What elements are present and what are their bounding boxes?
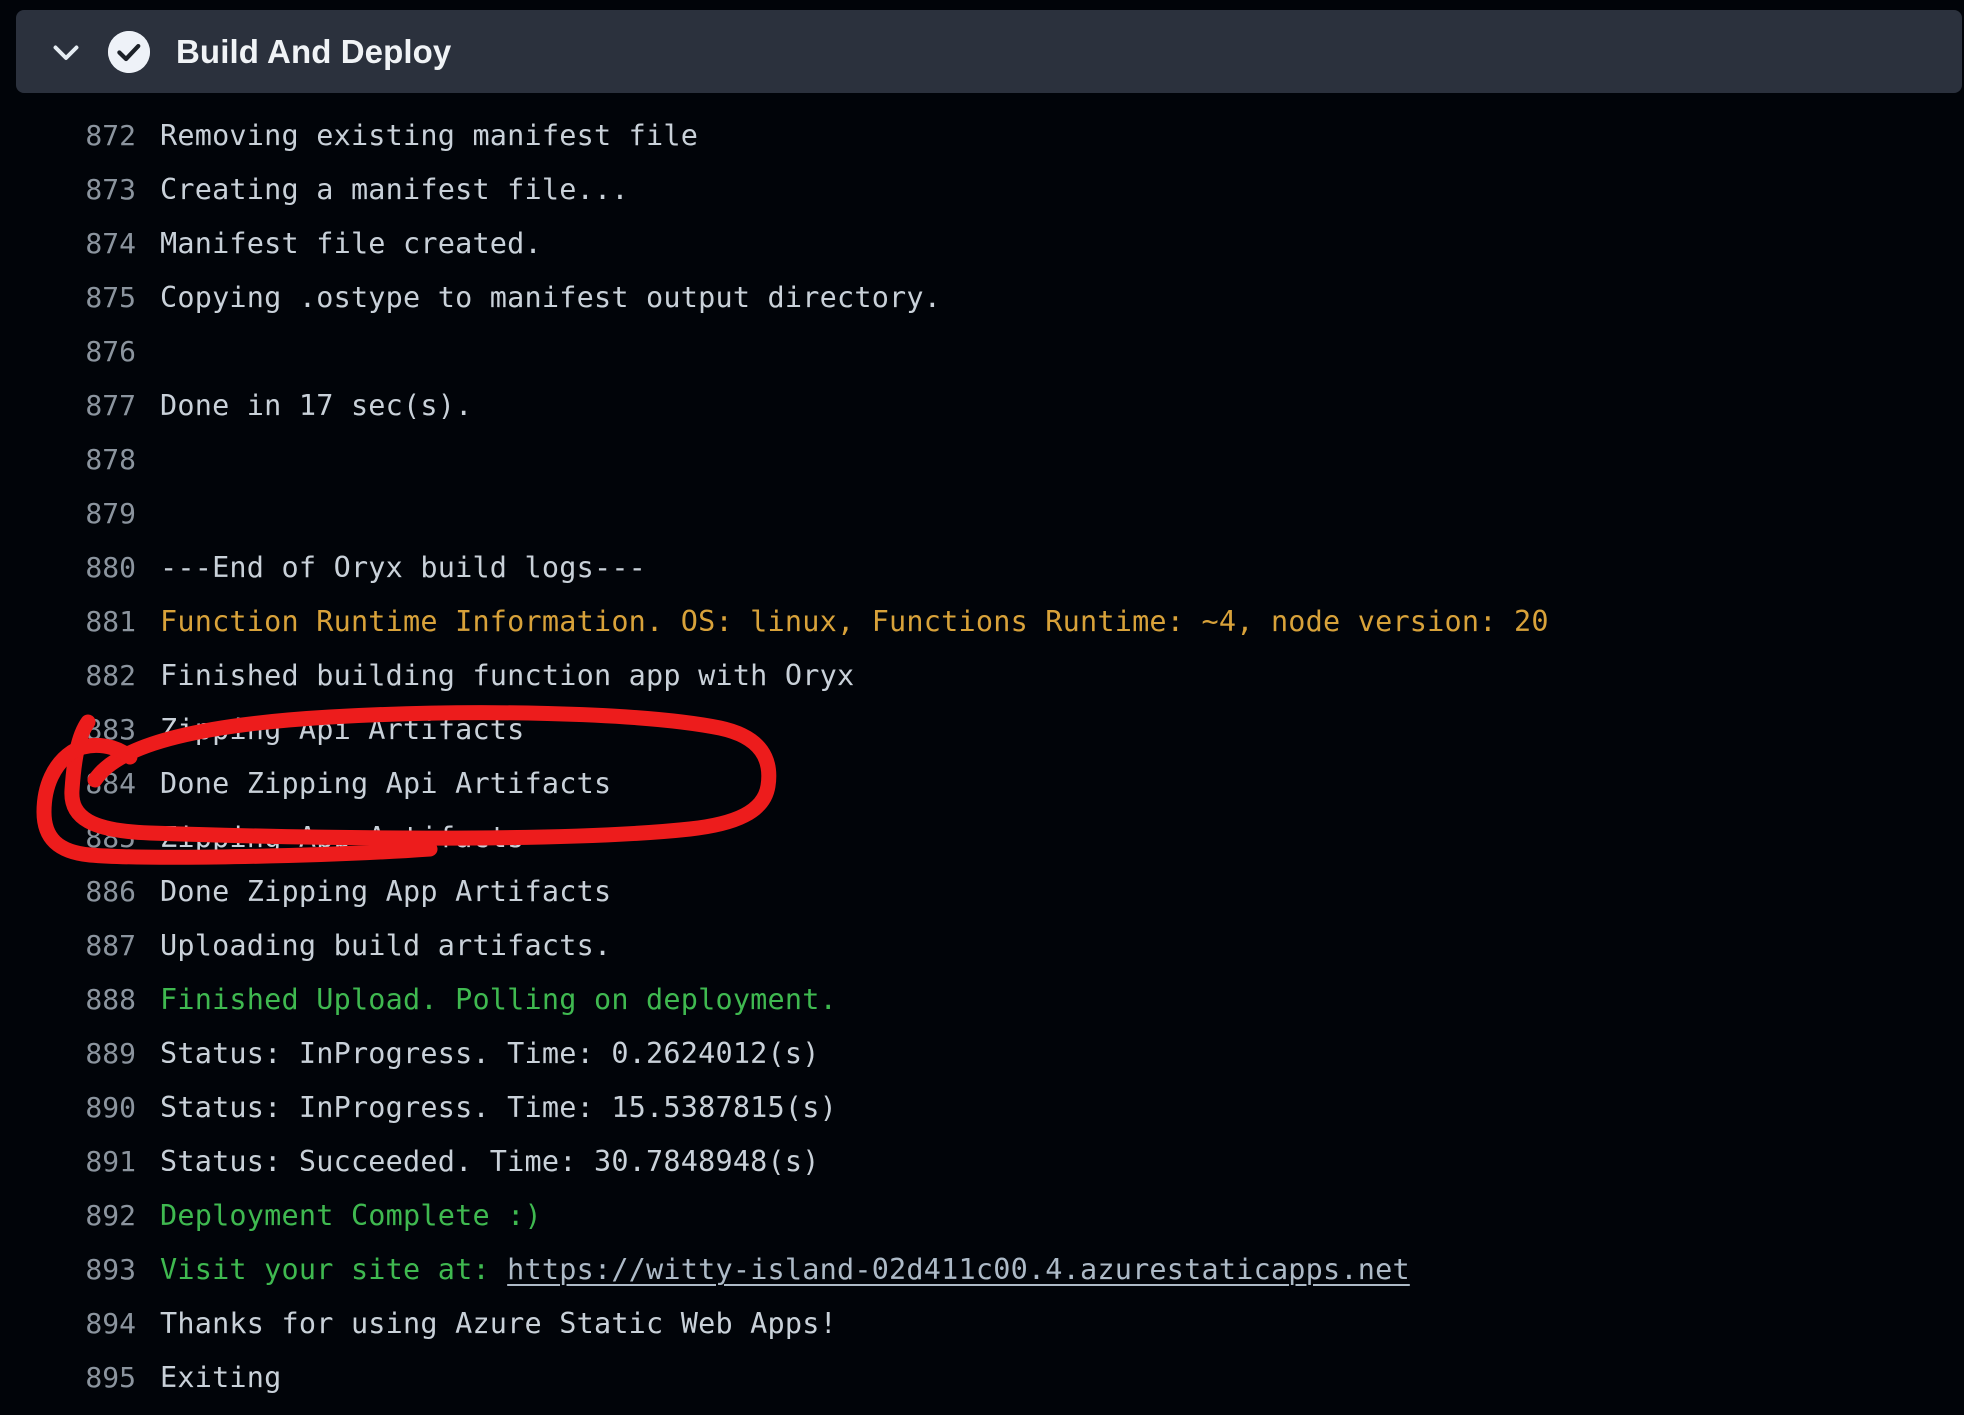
- log-line-number: 895: [85, 1361, 136, 1394]
- log-line: 886 Done Zipping App Artifacts: [0, 865, 1964, 919]
- log-line-number: 890: [85, 1091, 136, 1124]
- log-line-text: Done in 17 sec(s).: [160, 389, 473, 422]
- log-line: 892 Deployment Complete :): [0, 1189, 1964, 1243]
- log-line-text: Done Zipping Api Artifacts: [160, 767, 612, 800]
- log-line: 894 Thanks for using Azure Static Web App…: [0, 1297, 1964, 1351]
- log-line-number: 884: [85, 767, 136, 800]
- log-line-number: 889: [85, 1037, 136, 1070]
- log-line-text: Deployment Complete :): [160, 1199, 542, 1232]
- log-line-text: Finished Upload. Polling on deployment.: [160, 983, 837, 1016]
- log-line: 888 Finished Upload. Polling on deploymen…: [0, 973, 1964, 1027]
- log-line-text: Copying .ostype to manifest output direc…: [160, 281, 942, 314]
- log-line-text: Status: Succeeded. Time: 30.7848948(s): [160, 1145, 820, 1178]
- log-line: 883 Zipping Api Artifacts: [0, 703, 1964, 757]
- log-line-text: Manifest file created.: [160, 227, 542, 260]
- log-line: 887 Uploading build artifacts.: [0, 919, 1964, 973]
- check-circle-icon: [108, 30, 150, 73]
- log-line: 885 Zipping App Artifacts: [0, 811, 1964, 865]
- log-line-number: 887: [85, 929, 136, 962]
- log-line: 875 Copying .ostype to manifest output di…: [0, 271, 1964, 325]
- log-line-number: 886: [85, 875, 136, 908]
- log-line-text: Status: InProgress. Time: 0.2624012(s): [160, 1037, 820, 1070]
- log-line-text: Exiting: [160, 1361, 282, 1394]
- log-line: 873 Creating a manifest file...: [0, 163, 1964, 217]
- log-line-text: Creating a manifest file...: [160, 173, 629, 206]
- log-line-number: 883: [85, 713, 136, 746]
- log-line-text: Thanks for using Azure Static Web Apps!: [160, 1307, 837, 1340]
- log-line-number: 874: [85, 227, 136, 260]
- log-line-text-prefix: Visit your site at:: [160, 1253, 508, 1286]
- log-line-text: ---End of Oryx build logs---: [160, 551, 647, 584]
- log-line: 880 ---End of Oryx build logs---: [0, 541, 1964, 595]
- log-line-number: 875: [85, 281, 136, 314]
- log-line-text: Status: InProgress. Time: 15.5387815(s): [160, 1091, 837, 1124]
- log-line: 876: [0, 325, 1964, 379]
- log-line: 893 Visit your site at: https://witty-isl…: [0, 1243, 1964, 1297]
- log-line-number: 885: [85, 821, 136, 854]
- step-header-build-and-deploy[interactable]: Build And Deploy: [16, 10, 1962, 93]
- log-line: 878: [0, 433, 1964, 487]
- log-line: 874 Manifest file created.: [0, 217, 1964, 271]
- log-line-number: 881: [85, 605, 136, 638]
- log-line-number: 891: [85, 1145, 136, 1178]
- log-line-text: Visit your site at: https://witty-island…: [160, 1243, 1410, 1297]
- log-line-number: 877: [85, 389, 136, 422]
- site-url-link[interactable]: https://witty-island-02d411c00.4.azurest…: [507, 1253, 1410, 1286]
- log-line-number: 892: [85, 1199, 136, 1232]
- log-line: 889 Status: InProgress. Time: 0.2624012(s…: [0, 1027, 1964, 1081]
- log-line-text: Function Runtime Information. OS: linux,…: [160, 605, 1549, 638]
- log-line-text: Zipping App Artifacts: [160, 821, 525, 854]
- log-line: 884 Done Zipping Api Artifacts: [0, 757, 1964, 811]
- log-line: 879: [0, 487, 1964, 541]
- log-line: 877 Done in 17 sec(s).: [0, 379, 1964, 433]
- log-line-number: 872: [85, 119, 136, 152]
- log-line: 881 Function Runtime Information. OS: lin…: [0, 595, 1964, 649]
- log-line: 895 Exiting: [0, 1351, 1964, 1405]
- chevron-down-icon[interactable]: [46, 32, 86, 72]
- log-line: 890 Status: InProgress. Time: 15.5387815(…: [0, 1081, 1964, 1135]
- log-line-number: 879: [85, 497, 136, 530]
- log-line-number: 873: [85, 173, 136, 206]
- step-title: Build And Deploy: [176, 32, 452, 70]
- log-line-number: 893: [85, 1253, 136, 1286]
- log-line-number: 894: [85, 1307, 136, 1340]
- log-line-number: 888: [85, 983, 136, 1016]
- log-line: 891 Status: Succeeded. Time: 30.7848948(s…: [0, 1135, 1964, 1189]
- log-line: 872 Removing existing manifest file: [0, 109, 1964, 163]
- log-line-text: Finished building function app with Oryx: [160, 659, 855, 692]
- log-line-number: 882: [85, 659, 136, 692]
- log-line-text: Done Zipping App Artifacts: [160, 875, 612, 908]
- log-line-text: Removing existing manifest file: [160, 119, 699, 152]
- log-line-number: 876: [85, 335, 136, 368]
- log-line-text: Zipping Api Artifacts: [160, 713, 525, 746]
- log-line: 882 Finished building function app with O…: [0, 649, 1964, 703]
- log-line-number: 880: [85, 551, 136, 584]
- log-output[interactable]: 872 Removing existing manifest file 873 Cre…: [0, 103, 1964, 1415]
- log-line-text: Uploading build artifacts.: [160, 929, 612, 962]
- log-line-number: 878: [85, 443, 136, 476]
